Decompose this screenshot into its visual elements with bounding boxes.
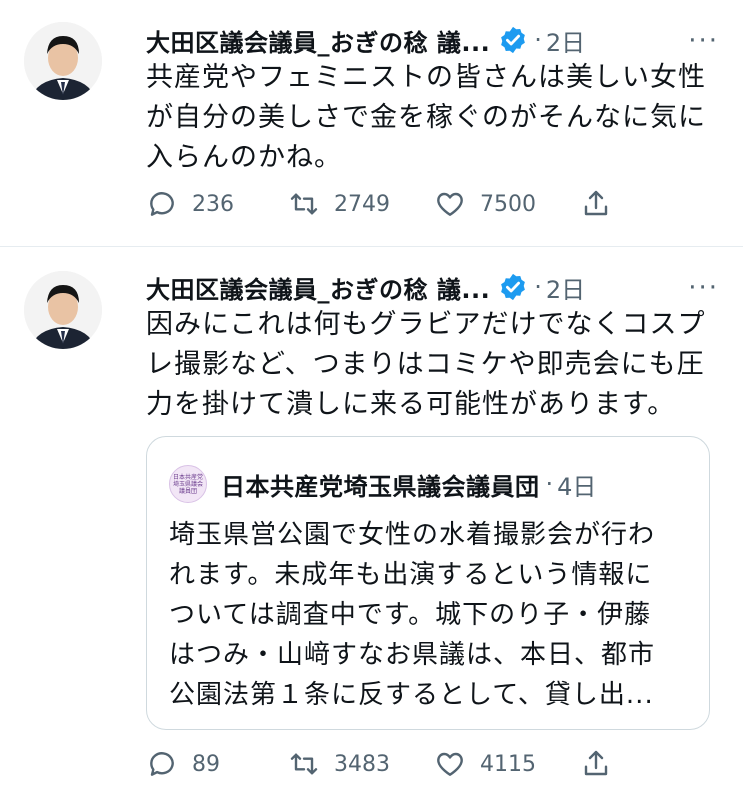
quoted-author-avatar[interactable]: 日本共産党 埼玉県議会 議員団: [169, 465, 207, 503]
tweet-text-line: 因みにこれは何もグラビアだけでなくコスプ: [146, 309, 706, 340]
quoted-text-line: れます。未成年も出演するという情報に: [169, 560, 653, 590]
quoted-tweet[interactable]: 日本共産党 埼玉県議会 議員団 日本共産党埼玉県議会議員団 · 4日 埼玉県営公…: [146, 436, 710, 730]
reply-button[interactable]: 89: [146, 748, 288, 780]
author-avatar[interactable]: [24, 271, 102, 349]
tweet-text-line: 力を掛けて潰しに来る可能性があります。: [146, 389, 676, 420]
retweet-icon: [290, 193, 318, 215]
verified-badge-icon: [498, 272, 528, 302]
tweet-1[interactable]: 大田区議会議員_おぎの稔 議... · 2日 ··· 共産党やフェミニストの皆さ…: [0, 0, 743, 246]
tweet-text-line: 入らんのかね。: [146, 142, 342, 173]
reply-count: 236: [192, 191, 234, 217]
tweet-text: 因みにこれは何もグラビアだけでなくコスプ レ撮影など、つまりはコミケや即売会にも…: [146, 305, 706, 425]
like-count: 7500: [480, 191, 536, 217]
tweet-text-line: が自分の美しさで金を稼ぐのがそんなに気に: [146, 102, 706, 133]
reply-icon: [150, 192, 174, 216]
separator-dot: ·: [534, 26, 542, 54]
share-icon: [584, 750, 608, 776]
share-icon: [584, 190, 608, 216]
reply-button[interactable]: 236: [146, 188, 288, 220]
separator-dot: ·: [534, 273, 542, 301]
tweet-text-line: レ撮影など、つまりはコミケや即売会にも圧: [146, 349, 705, 380]
tweet-2[interactable]: 大田区議会議員_おぎの稔 議... · 2日 ··· 因みにこれは何もグラビアだ…: [0, 247, 743, 809]
author-name[interactable]: 大田区議会議員_おぎの稔 議...: [146, 270, 490, 305]
separator-dot: ·: [545, 470, 554, 498]
tweet-time[interactable]: 2日: [546, 270, 585, 305]
quoted-header: 日本共産党埼玉県議会議員団 · 4日: [221, 465, 596, 503]
author-avatar[interactable]: [24, 22, 102, 100]
quoted-text-line: ついては調査中です。城下のり子・伊藤: [169, 600, 652, 630]
tweet-actions: 89 3483 4115: [146, 744, 626, 784]
quoted-text: 埼玉県営公園で女性の水着撮影会が行わ れます。未成年も出演するという情報に つい…: [169, 515, 689, 715]
verified-badge-icon: [498, 25, 528, 55]
like-button[interactable]: 7500: [434, 188, 580, 220]
quoted-text-line: はつみ・山﨑すなお県議は、本日、都市: [169, 640, 656, 670]
tweet-time[interactable]: 2日: [546, 23, 585, 58]
like-count: 4115: [480, 751, 536, 777]
quoted-author-name[interactable]: 日本共産党埼玉県議会議員団: [221, 467, 540, 502]
retweet-icon: [290, 753, 318, 775]
like-button[interactable]: 4115: [434, 748, 580, 780]
quoted-avatar-line: 日本共産党: [172, 473, 203, 481]
quoted-avatar-line: 埼玉県議会: [172, 480, 203, 488]
retweet-button[interactable]: 2749: [288, 188, 434, 220]
reply-count: 89: [192, 751, 220, 777]
tweet-header: 大田区議会議員_おぎの稔 議... · 2日: [146, 269, 585, 305]
like-icon: [437, 752, 463, 776]
tweet-text: 共産党やフェミニストの皆さんは美しい女性 が自分の美しさで金を稼ぐのがそんなに気…: [146, 58, 706, 178]
tweet-header: 大田区議会議員_おぎの稔 議... · 2日: [146, 22, 585, 58]
quoted-avatar-line: 議員団: [178, 487, 197, 495]
share-button[interactable]: [580, 188, 612, 220]
retweet-count: 3483: [334, 751, 390, 777]
quoted-text-line: 公園法第１条に反するとして、貸し出...: [169, 680, 654, 710]
quoted-text-line: 埼玉県営公園で女性の水着撮影会が行わ: [169, 520, 656, 550]
retweet-count: 2749: [334, 191, 390, 217]
author-name[interactable]: 大田区議会議員_おぎの稔 議...: [146, 23, 490, 58]
share-button[interactable]: [580, 748, 612, 780]
tweet-text-line: 共産党やフェミニストの皆さんは美しい女性: [146, 62, 706, 93]
like-icon: [437, 192, 463, 216]
retweet-button[interactable]: 3483: [288, 748, 434, 780]
more-icon[interactable]: ···: [688, 275, 719, 301]
quoted-time[interactable]: 4日: [557, 467, 596, 502]
reply-icon: [150, 752, 174, 776]
more-icon[interactable]: ···: [688, 28, 719, 54]
tweet-actions: 236 2749 7500: [146, 184, 626, 224]
